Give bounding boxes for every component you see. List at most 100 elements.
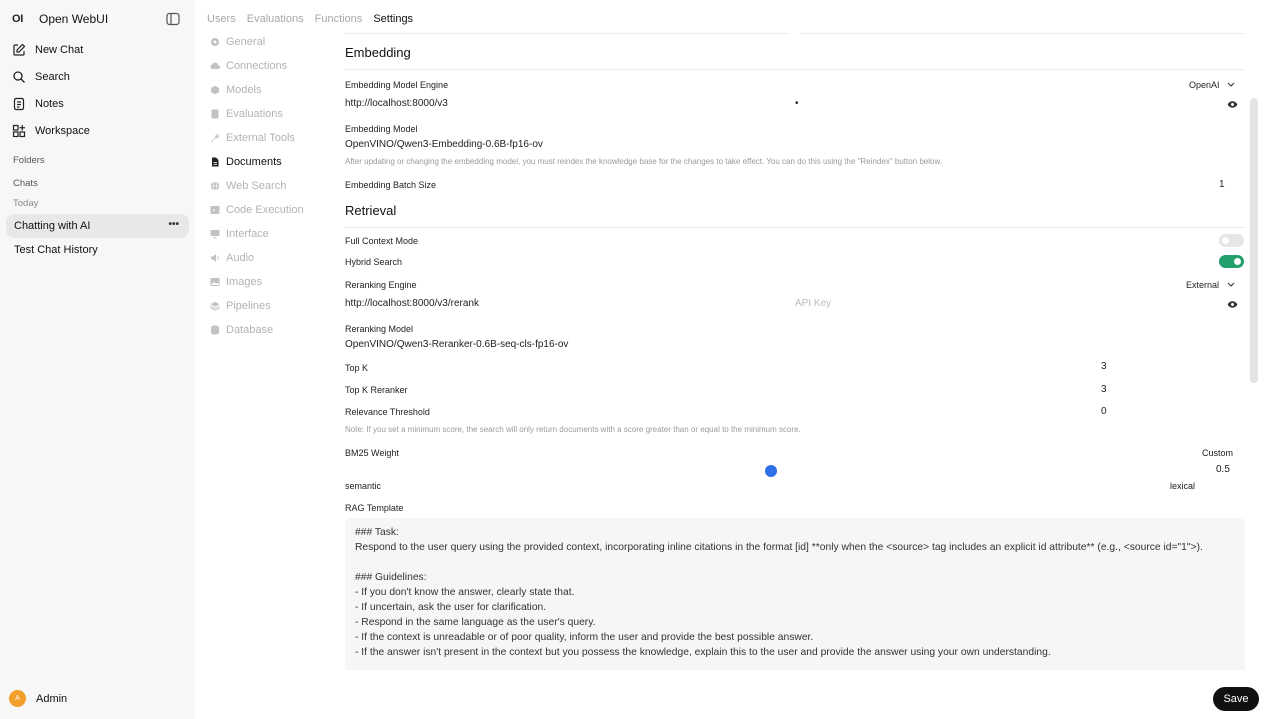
tab-users[interactable]: Users xyxy=(207,13,236,25)
bm25-left-label: semantic xyxy=(345,481,382,491)
reranking-url-input[interactable]: http://localhost:8000/v3/rerank xyxy=(345,298,479,309)
embedding-model-input[interactable]: OpenVINO/Qwen3-Embedding-0.6B-fp16-ov xyxy=(345,139,543,150)
settings-nav-database[interactable]: Database xyxy=(210,323,273,337)
divider xyxy=(345,33,790,34)
tab-evaluations[interactable]: Evaluations xyxy=(247,13,304,25)
relevance-threshold-input[interactable]: 0 xyxy=(1101,406,1107,417)
settings-nav-documents[interactable]: Documents xyxy=(210,155,282,169)
settings-nav-evaluations[interactable]: Evaluations xyxy=(210,107,283,121)
image-icon xyxy=(210,278,220,286)
settings-nav-label: Code Execution xyxy=(226,204,304,216)
eye-icon[interactable] xyxy=(1227,299,1238,310)
notes-icon xyxy=(13,97,25,111)
embedding-batch-input[interactable]: 1 xyxy=(1219,179,1225,190)
workspace-label: Workspace xyxy=(35,125,90,137)
reranking-engine-select[interactable]: External xyxy=(1186,280,1235,290)
documents-settings-panel: Embedding Embedding Model Engine OpenAI … xyxy=(345,0,1245,670)
divider xyxy=(345,227,1245,228)
wrench-icon xyxy=(211,134,219,143)
chevron-down-icon xyxy=(1227,282,1235,287)
brand[interactable]: OI Open WebUI xyxy=(12,11,108,27)
relevance-note: Note: If you set a minimum score, the se… xyxy=(345,425,801,434)
chat-item[interactable]: Chatting with AI ••• xyxy=(6,214,189,238)
top-k-label: Top K xyxy=(345,363,369,373)
settings-nav-pipelines[interactable]: Pipelines xyxy=(210,299,271,313)
code-icon xyxy=(210,206,220,214)
full-context-label: Full Context Mode xyxy=(345,236,419,246)
embedding-api-key-input[interactable]: • xyxy=(795,98,799,109)
document-icon xyxy=(211,109,219,119)
chat-item[interactable]: Test Chat History xyxy=(6,238,189,262)
workspace-icon xyxy=(12,124,26,138)
settings-nav-label: Audio xyxy=(226,252,255,264)
reranking-model-input[interactable]: OpenVINO/Qwen3-Reranker-0.6B-seq-cls-fp1… xyxy=(345,339,568,350)
reranking-api-key-input[interactable]: API Key xyxy=(795,298,831,309)
bm25-weight-label: BM25 Weight xyxy=(345,448,399,458)
more-options-icon[interactable]: ••• xyxy=(168,220,179,230)
new-chat-label: New Chat xyxy=(35,44,84,56)
edit-icon xyxy=(13,43,26,56)
document-icon xyxy=(212,157,219,167)
embedding-heading: Embedding xyxy=(345,45,411,60)
settings-nav-label: Database xyxy=(226,324,274,336)
bm25-value: 0.5 xyxy=(1216,464,1230,475)
top-k-input[interactable]: 3 xyxy=(1101,361,1107,372)
settings-nav-interface[interactable]: Interface xyxy=(210,227,269,241)
settings-nav-code-execution[interactable]: Code Execution xyxy=(210,203,304,217)
cube-icon xyxy=(211,85,219,95)
bm25-mode-toggle[interactable]: Custom xyxy=(1202,448,1233,458)
bm25-slider[interactable] xyxy=(765,465,777,477)
embedding-batch-label: Embedding Batch Size xyxy=(345,180,437,190)
settings-nav-label: Models xyxy=(226,84,262,96)
embedding-model-note: After updating or changing the embedding… xyxy=(345,157,943,166)
chats-label[interactable]: Chats xyxy=(13,178,38,189)
rag-template-label: RAG Template xyxy=(345,503,404,513)
workspace-button[interactable]: Workspace xyxy=(12,122,90,140)
hybrid-search-toggle[interactable] xyxy=(1219,255,1244,268)
user-menu[interactable]: A Admin xyxy=(9,690,67,707)
settings-nav-label: General xyxy=(226,36,266,48)
user-name: Admin xyxy=(36,692,68,705)
settings-nav-label: Web Search xyxy=(226,180,287,192)
sidebar-toggle-icon[interactable] xyxy=(166,12,180,26)
embedding-url-input[interactable]: http://localhost:8000/v3 xyxy=(345,98,448,109)
avatar: A xyxy=(9,690,26,707)
top-k-reranker-input[interactable]: 3 xyxy=(1101,384,1107,395)
embedding-engine-label: Embedding Model Engine xyxy=(345,80,449,90)
chat-title: Test Chat History xyxy=(14,244,98,256)
search-button[interactable]: Search xyxy=(12,68,70,86)
reranking-engine-value: External xyxy=(1186,280,1220,290)
folders-label[interactable]: Folders xyxy=(13,155,45,166)
settings-nav-general[interactable]: General xyxy=(210,35,265,49)
retrieval-heading: Retrieval xyxy=(345,203,397,218)
globe-icon xyxy=(210,181,220,191)
settings-nav-audio[interactable]: Audio xyxy=(210,251,254,265)
toggle-knob xyxy=(1222,237,1229,244)
settings-nav-web-search[interactable]: Web Search xyxy=(210,179,286,193)
settings-nav-images[interactable]: Images xyxy=(210,275,262,289)
rag-template-textarea[interactable]: ### Task: Respond to the user query usin… xyxy=(345,518,1245,670)
bm25-right-label: lexical xyxy=(1170,481,1196,491)
reranking-model-label: Reranking Model xyxy=(345,324,414,334)
sidebar: OI Open WebUI New Chat Search Notes Work… xyxy=(0,0,195,719)
settings-nav-models[interactable]: Models xyxy=(210,83,261,97)
settings-nav-label: Images xyxy=(226,276,263,288)
embedding-engine-select[interactable]: OpenAI xyxy=(1189,80,1235,90)
notes-button[interactable]: Notes xyxy=(12,95,64,113)
settings-nav-label: Connections xyxy=(226,60,288,72)
search-label: Search xyxy=(35,71,70,83)
scrollbar[interactable] xyxy=(1250,98,1258,383)
brand-name: Open WebUI xyxy=(39,12,109,26)
full-context-toggle[interactable] xyxy=(1219,234,1244,247)
search-icon xyxy=(13,71,25,83)
settings-nav-external-tools[interactable]: External Tools xyxy=(210,131,295,145)
eye-icon[interactable] xyxy=(1227,99,1238,110)
settings-nav-connections[interactable]: Connections xyxy=(210,59,287,73)
cloud-icon xyxy=(210,62,220,69)
chevron-down-icon xyxy=(1227,82,1234,87)
database-icon xyxy=(211,325,219,335)
divider xyxy=(800,33,1245,34)
new-chat-button[interactable]: New Chat xyxy=(12,41,83,59)
save-button[interactable]: Save xyxy=(1213,687,1259,711)
hybrid-search-label: Hybrid Search xyxy=(345,257,403,267)
